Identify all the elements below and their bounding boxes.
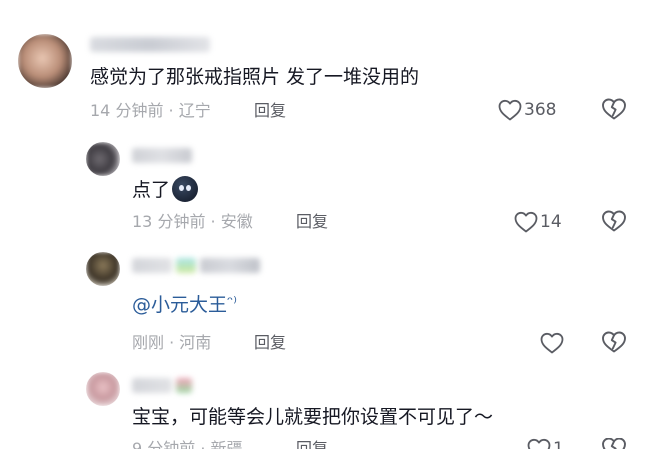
dislike-button[interactable]	[601, 97, 627, 123]
broken-heart-icon	[602, 331, 626, 353]
username-blurred[interactable]	[132, 148, 192, 163]
username-badge-blurred	[176, 378, 192, 393]
like-count: 368	[524, 100, 557, 120]
reply-button[interactable]: 回复	[254, 100, 286, 122]
mention-link[interactable]: @小元大王	[132, 294, 227, 316]
like-count: 1	[553, 439, 564, 449]
comment-meta-row-clipped: 9 分钟前 · 新疆 回复 1	[0, 438, 650, 449]
like-button[interactable]: 14	[514, 209, 562, 235]
username-badge-blurred	[176, 258, 196, 273]
avatar[interactable]	[86, 252, 120, 286]
comment-meta: 9 分钟前 · 新疆	[132, 439, 243, 449]
username-blurred[interactable]	[132, 378, 172, 393]
like-button[interactable]: 368	[498, 97, 556, 123]
like-count: 14	[540, 212, 562, 232]
comment-text: 感觉为了那张戒指照片 发了一堆没用的	[90, 66, 420, 88]
heart-outline-icon	[514, 211, 538, 233]
username-blurred[interactable]	[132, 258, 172, 273]
heart-outline-icon	[527, 438, 551, 449]
dislike-button[interactable]	[601, 209, 627, 235]
reply-button[interactable]: 回复	[296, 211, 328, 233]
reply-button[interactable]: 回复	[254, 332, 286, 354]
comment-meta: 14 分钟前 · 辽宁	[90, 101, 211, 120]
comment-text: @小元大王ᵔ⁾	[132, 289, 237, 318]
username-blurred	[200, 258, 260, 273]
like-button[interactable]	[540, 330, 564, 356]
comment-meta: 刚刚 · 河南	[132, 333, 212, 352]
username-blurred[interactable]	[90, 37, 210, 52]
comment-text: 宝宝，可能等会儿就要把你设置不可见了～	[132, 406, 494, 428]
like-button[interactable]: 1	[527, 438, 564, 449]
avatar[interactable]	[86, 372, 120, 406]
comment-text: 点了	[132, 176, 199, 203]
avatar[interactable]	[86, 142, 120, 176]
reply-button[interactable]: 回复	[296, 438, 328, 449]
dislike-button[interactable]	[601, 330, 627, 356]
heart-outline-icon	[540, 332, 564, 354]
mention-suffix: ᵔ⁾	[227, 293, 237, 311]
broken-heart-icon	[602, 98, 626, 120]
comment-meta: 13 分钟前 · 安徽	[132, 212, 253, 231]
broken-heart-icon	[602, 438, 626, 449]
avatar[interactable]	[18, 34, 72, 88]
broken-heart-icon	[602, 210, 626, 232]
dark-blob-emoji-icon	[172, 176, 199, 202]
comment-text-content: 点了	[132, 179, 171, 201]
comment-thread: 感觉为了那张戒指照片 发了一堆没用的 14 分钟前 · 辽宁 回复 368 点了…	[0, 0, 650, 449]
heart-outline-icon	[498, 99, 522, 121]
dislike-button[interactable]	[601, 438, 627, 449]
